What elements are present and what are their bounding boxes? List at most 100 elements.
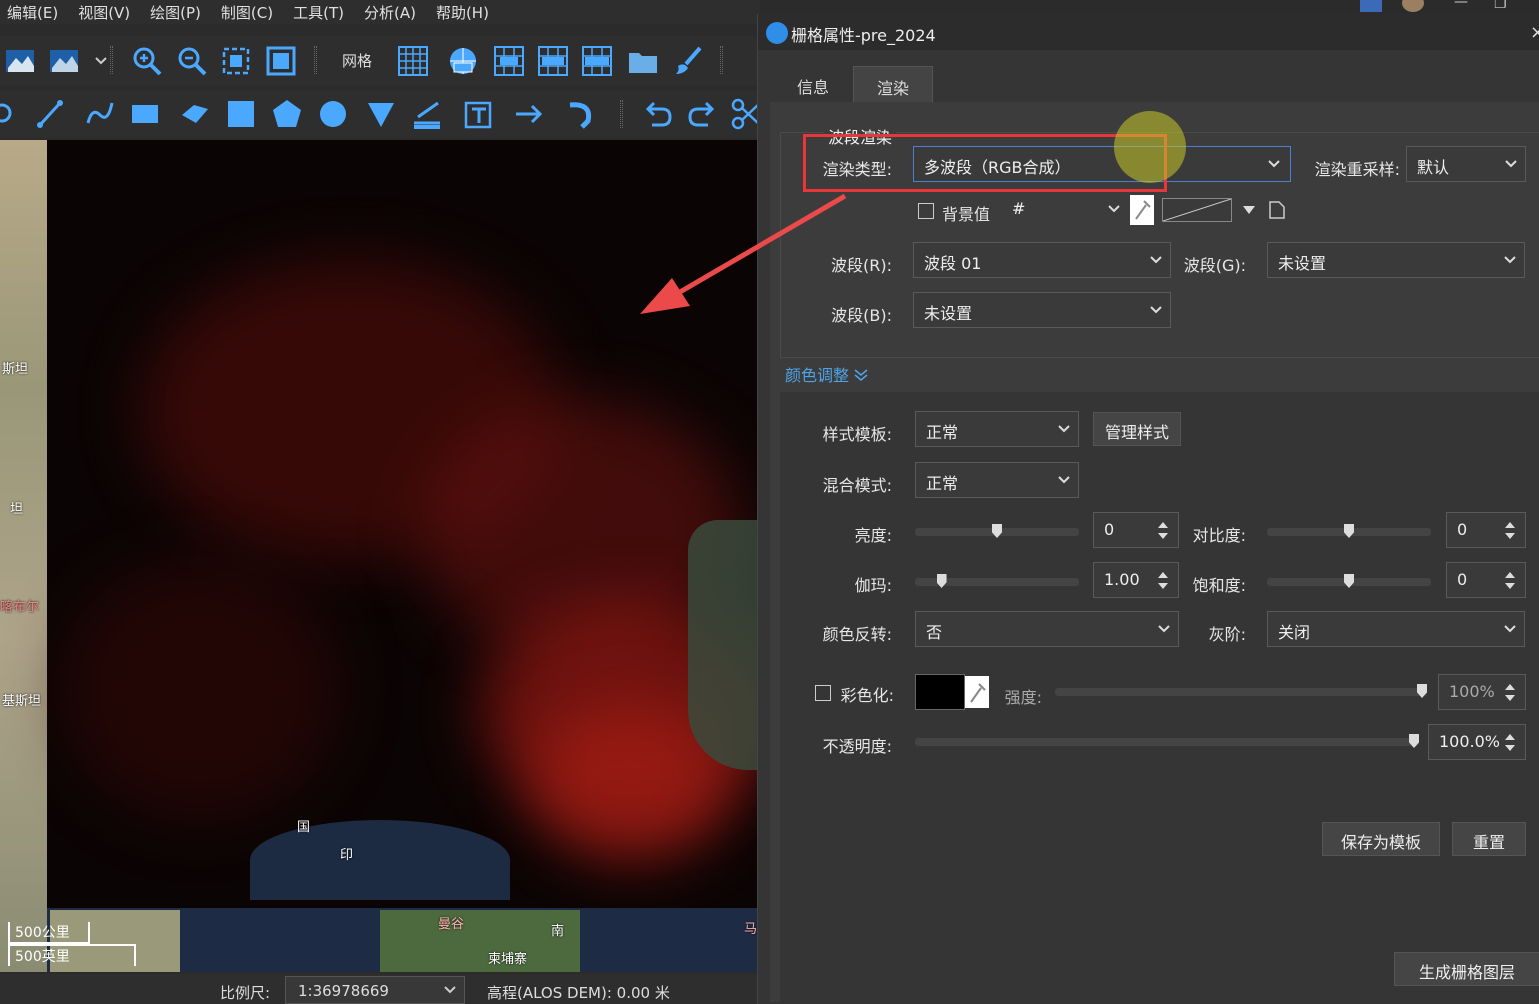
menu-draw[interactable]: 绘图(P): [150, 2, 201, 23]
redo-icon[interactable]: [686, 97, 720, 131]
spin-down-icon[interactable]: [1505, 583, 1515, 589]
grid-label[interactable]: 网格: [342, 50, 372, 71]
minimize-icon[interactable]: —: [1454, 0, 1468, 10]
eyedropper-icon[interactable]: [965, 676, 989, 708]
circle-tool-icon[interactable]: [316, 97, 350, 131]
reset-button[interactable]: 重置: [1452, 822, 1526, 856]
keyboard-icon[interactable]: [1360, 0, 1382, 12]
nm-grid-icon[interactable]: [536, 44, 570, 78]
eyedropper-icon[interactable]: [1130, 195, 1154, 225]
tab-info[interactable]: 信息: [773, 66, 853, 102]
lasso-icon[interactable]: [0, 97, 24, 131]
scale-select[interactable]: 1:36978669: [285, 976, 465, 1004]
layer-basemap-icon[interactable]: [48, 44, 82, 78]
diamond-tool-icon[interactable]: [178, 97, 212, 131]
color-adjust-toggle[interactable]: 颜色调整: [785, 362, 868, 386]
contrast-slider-thumb[interactable]: [1344, 524, 1354, 538]
caret-down-icon[interactable]: [1243, 206, 1255, 214]
gamma-spinbox[interactable]: 1.00: [1093, 562, 1179, 598]
manage-style-button[interactable]: 管理样式: [1093, 412, 1181, 446]
band-b-select[interactable]: 未设置: [913, 292, 1171, 328]
background-color-swatch[interactable]: [1162, 198, 1232, 222]
map-label: 曼谷: [438, 917, 465, 932]
opacity-spinbox[interactable]: 100.0%: [1428, 724, 1526, 760]
dialog-title-bar[interactable]: 栅格属性-pre_2024 ×: [758, 14, 1539, 50]
spin-down-icon[interactable]: [1505, 745, 1515, 751]
arc-tool-icon[interactable]: [564, 97, 598, 131]
mgrs-grid-icon[interactable]: [580, 44, 614, 78]
opacity-slider[interactable]: [915, 734, 1419, 748]
grid-icon[interactable]: [396, 44, 430, 78]
tab-render[interactable]: 渲染: [853, 66, 933, 102]
basemap-icon[interactable]: [4, 44, 38, 78]
menu-tools[interactable]: 工具(T): [293, 2, 344, 23]
resample-select[interactable]: 默认: [1406, 146, 1526, 182]
pentagon-tool-icon[interactable]: [270, 97, 304, 131]
saturation-spinbox[interactable]: 0: [1446, 562, 1526, 598]
band-r-select[interactable]: 波段 01: [913, 242, 1171, 278]
full-extent-icon[interactable]: [219, 44, 253, 78]
gamma-slider[interactable]: [915, 574, 1079, 588]
map-canvas[interactable]: 斯坦 坦 喀布尔 基斯坦 国 印 曼谷 柬埔寨 南 马: [0, 140, 757, 972]
scissors-icon[interactable]: [730, 97, 761, 131]
generate-raster-button[interactable]: 生成栅格图层: [1394, 952, 1539, 986]
zoom-in-icon[interactable]: [130, 44, 164, 78]
menu-help[interactable]: 帮助(H): [436, 2, 489, 23]
colorize-checkbox[interactable]: [815, 685, 831, 701]
rectangle-tool-icon[interactable]: [128, 97, 162, 131]
spin-up-icon[interactable]: [1158, 572, 1168, 578]
text-tool-icon[interactable]: [462, 97, 496, 131]
colorize-color-swatch[interactable]: [915, 674, 965, 710]
funnel-tool-icon[interactable]: [364, 97, 398, 131]
grayscale-select[interactable]: 关闭: [1267, 611, 1525, 647]
invert-select[interactable]: 否: [915, 611, 1179, 647]
background-value-select[interactable]: #: [1002, 192, 1126, 228]
zoom-out-icon[interactable]: [175, 44, 209, 78]
save-template-button[interactable]: 保存为模板: [1322, 822, 1440, 856]
brush-icon[interactable]: [672, 44, 706, 78]
spin-up-icon[interactable]: [1505, 572, 1515, 578]
spin-up-icon[interactable]: [1158, 522, 1168, 528]
background-checkbox[interactable]: [918, 203, 934, 219]
style-template-select[interactable]: 正常: [915, 411, 1079, 447]
spin-down-icon[interactable]: [1158, 583, 1168, 589]
brightness-slider-thumb[interactable]: [992, 524, 1002, 538]
square-tool-icon[interactable]: [224, 97, 258, 131]
menu-edit[interactable]: 编辑(E): [7, 2, 58, 23]
render-panel: 波段渲染 渲染类型: 多波段（RGB合成） 渲染重采样: 默认 背景值 # 波段…: [770, 102, 1539, 1002]
contrast-spinbox[interactable]: 0: [1446, 512, 1526, 548]
brightness-slider[interactable]: [915, 524, 1079, 538]
km-grid-icon[interactable]: [492, 44, 526, 78]
brightness-spinbox[interactable]: 0: [1093, 512, 1179, 548]
maximize-icon[interactable]: ❐: [1494, 0, 1507, 12]
spin-up-icon[interactable]: [1505, 684, 1515, 690]
spin-down-icon[interactable]: [1505, 695, 1515, 701]
spin-down-icon[interactable]: [1158, 533, 1168, 539]
spin-down-icon[interactable]: [1505, 533, 1515, 539]
chevron-down-icon[interactable]: [84, 44, 107, 78]
spin-up-icon[interactable]: [1505, 734, 1515, 740]
menu-view[interactable]: 视图(V): [78, 2, 130, 23]
document-icon[interactable]: [1268, 200, 1286, 220]
blend-mode-select[interactable]: 正常: [915, 462, 1079, 498]
line-tool-icon[interactable]: [34, 97, 68, 131]
saturation-slider[interactable]: [1267, 574, 1431, 588]
band-g-select[interactable]: 未设置: [1267, 242, 1525, 278]
lnglat-grid-icon[interactable]: [446, 44, 480, 78]
menu-cartography[interactable]: 制图(C): [221, 2, 273, 23]
contrast-slider[interactable]: [1267, 524, 1431, 538]
undo-icon[interactable]: [640, 97, 674, 131]
strength-spinbox[interactable]: 100%: [1438, 674, 1526, 710]
saturation-slider-thumb[interactable]: [1344, 574, 1354, 588]
spin-up-icon[interactable]: [1505, 522, 1515, 528]
curve-tool-icon[interactable]: [82, 97, 116, 131]
avatar[interactable]: [1402, 0, 1424, 12]
close-icon[interactable]: ×: [1530, 22, 1539, 43]
strength-slider[interactable]: [1055, 684, 1427, 698]
measure-tool-icon[interactable]: [410, 97, 444, 131]
zoom-to-layer-icon[interactable]: [264, 44, 298, 78]
gamma-slider-thumb[interactable]: [936, 574, 947, 588]
arrow-tool-icon[interactable]: [512, 97, 546, 131]
menu-analysis[interactable]: 分析(A): [364, 2, 416, 23]
folder-icon[interactable]: [626, 44, 660, 78]
